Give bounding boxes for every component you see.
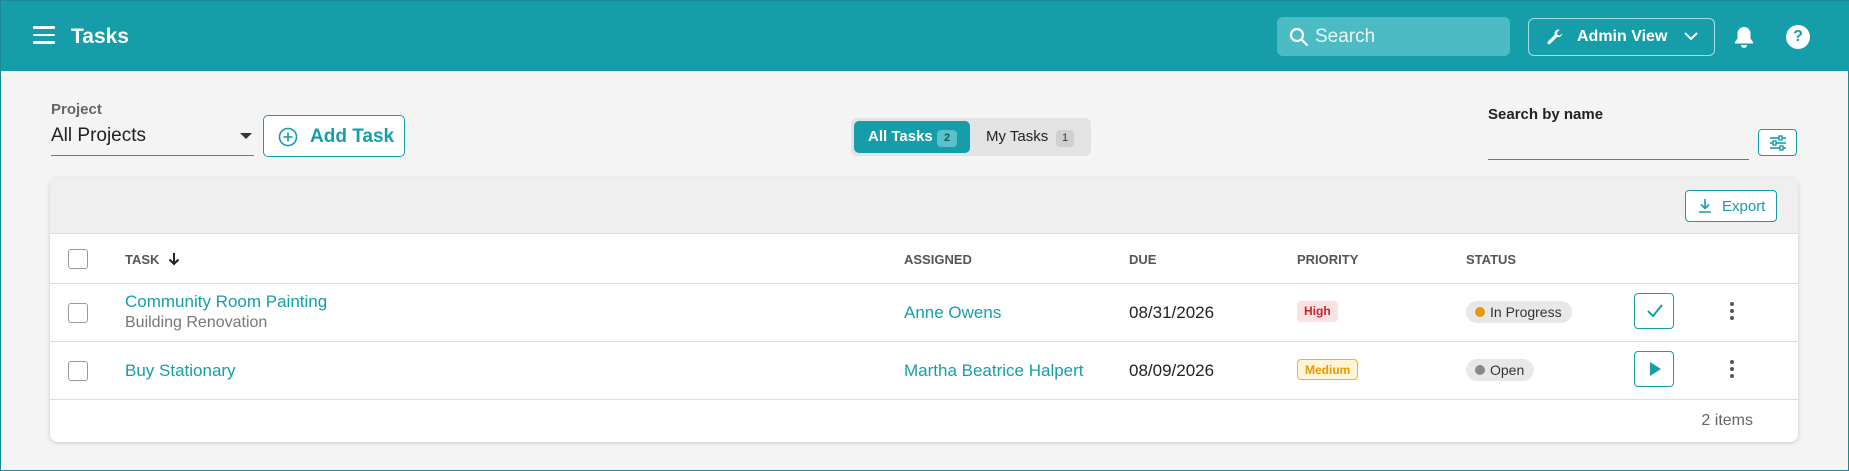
column-header-priority[interactable]: PRIORITY xyxy=(1297,252,1358,267)
table-row: Buy Stationary Martha Beatrice Halpert 0… xyxy=(50,342,1798,400)
priority-badge: Medium xyxy=(1297,359,1359,380)
status-dot xyxy=(1475,365,1485,375)
project-select-value: All Projects xyxy=(51,125,147,146)
tab-all-tasks[interactable]: All Tasks 2 xyxy=(854,121,970,153)
bell-icon[interactable] xyxy=(1733,25,1755,49)
download-icon xyxy=(1699,199,1711,213)
view-switcher-label: Admin View xyxy=(1577,28,1668,45)
global-search[interactable] xyxy=(1277,17,1510,56)
export-button[interactable]: Export xyxy=(1685,190,1777,222)
menu-icon[interactable] xyxy=(33,26,55,44)
start-task-button[interactable] xyxy=(1634,351,1674,387)
task-scope-toggle: All Tasks 2 My Tasks 1 xyxy=(851,118,1091,156)
item-count: 2 items xyxy=(1701,412,1753,429)
wrench-icon xyxy=(1547,29,1563,45)
more-options-icon[interactable] xyxy=(1730,302,1734,320)
export-label: Export xyxy=(1722,198,1766,215)
status-badge: Open xyxy=(1466,359,1535,381)
table-header: TASK ASSIGNED DUE PRIORITY STATUS xyxy=(50,234,1798,284)
status-badge: In Progress xyxy=(1466,301,1572,323)
row-checkbox[interactable] xyxy=(68,303,88,323)
play-icon xyxy=(1650,362,1661,376)
more-options-icon[interactable] xyxy=(1730,360,1734,378)
column-header-status[interactable]: STATUS xyxy=(1466,252,1516,267)
project-label: Project xyxy=(51,101,102,118)
due-date: 08/09/2026 xyxy=(1129,361,1215,380)
filter-settings-button[interactable] xyxy=(1758,129,1797,156)
task-name-link[interactable]: Community Room Painting xyxy=(125,292,327,312)
tab-my-tasks-label: My Tasks xyxy=(986,128,1049,145)
tasks-table-card: Export TASK ASSIGNED DUE PRIORITY STATUS… xyxy=(50,178,1798,442)
column-header-task-label: TASK xyxy=(125,252,160,267)
top-bar: Tasks Admin View ? xyxy=(1,1,1849,71)
status-label: In Progress xyxy=(1490,304,1562,320)
table-row: Community Room Painting Building Renovat… xyxy=(50,284,1798,342)
search-by-name-label: Search by name xyxy=(1488,106,1604,123)
row-checkbox[interactable] xyxy=(68,361,88,381)
check-icon xyxy=(1647,304,1663,318)
search-icon xyxy=(1289,27,1309,47)
help-icon[interactable]: ? xyxy=(1786,25,1810,49)
project-select[interactable]: All Projects xyxy=(51,121,254,156)
status-dot xyxy=(1475,307,1485,317)
assignee-link[interactable]: Martha Beatrice Halpert xyxy=(904,361,1084,381)
search-input[interactable] xyxy=(1315,23,1500,50)
plus-circle-icon xyxy=(278,127,298,147)
table-toolbar: Export xyxy=(50,178,1798,234)
caret-down-icon xyxy=(240,133,252,139)
sliders-icon xyxy=(1770,135,1786,151)
chevron-down-icon xyxy=(1684,32,1698,41)
tab-all-tasks-count: 2 xyxy=(937,130,957,147)
page-title: Tasks xyxy=(71,25,129,48)
column-header-due[interactable]: DUE xyxy=(1129,252,1156,267)
tab-all-tasks-label: All Tasks xyxy=(868,128,933,145)
complete-task-button[interactable] xyxy=(1634,293,1674,329)
column-header-assigned[interactable]: ASSIGNED xyxy=(904,252,972,267)
arrow-down-icon xyxy=(168,253,180,266)
task-name-link[interactable]: Buy Stationary xyxy=(125,361,236,381)
search-by-name-input[interactable] xyxy=(1488,129,1749,160)
due-date: 08/31/2026 xyxy=(1129,303,1215,322)
column-header-task[interactable]: TASK xyxy=(125,252,181,267)
view-switcher-button[interactable]: Admin View xyxy=(1528,18,1715,56)
tab-my-tasks[interactable]: My Tasks 1 xyxy=(976,121,1086,153)
select-all-checkbox[interactable] xyxy=(68,249,88,269)
add-task-label: Add Task xyxy=(310,126,395,147)
assignee-link[interactable]: Anne Owens xyxy=(904,303,1001,323)
priority-badge: High xyxy=(1297,301,1338,322)
add-task-button[interactable]: Add Task xyxy=(263,115,405,157)
status-label: Open xyxy=(1490,362,1525,378)
tab-my-tasks-count: 1 xyxy=(1056,130,1074,147)
task-project: Building Renovation xyxy=(125,314,268,331)
